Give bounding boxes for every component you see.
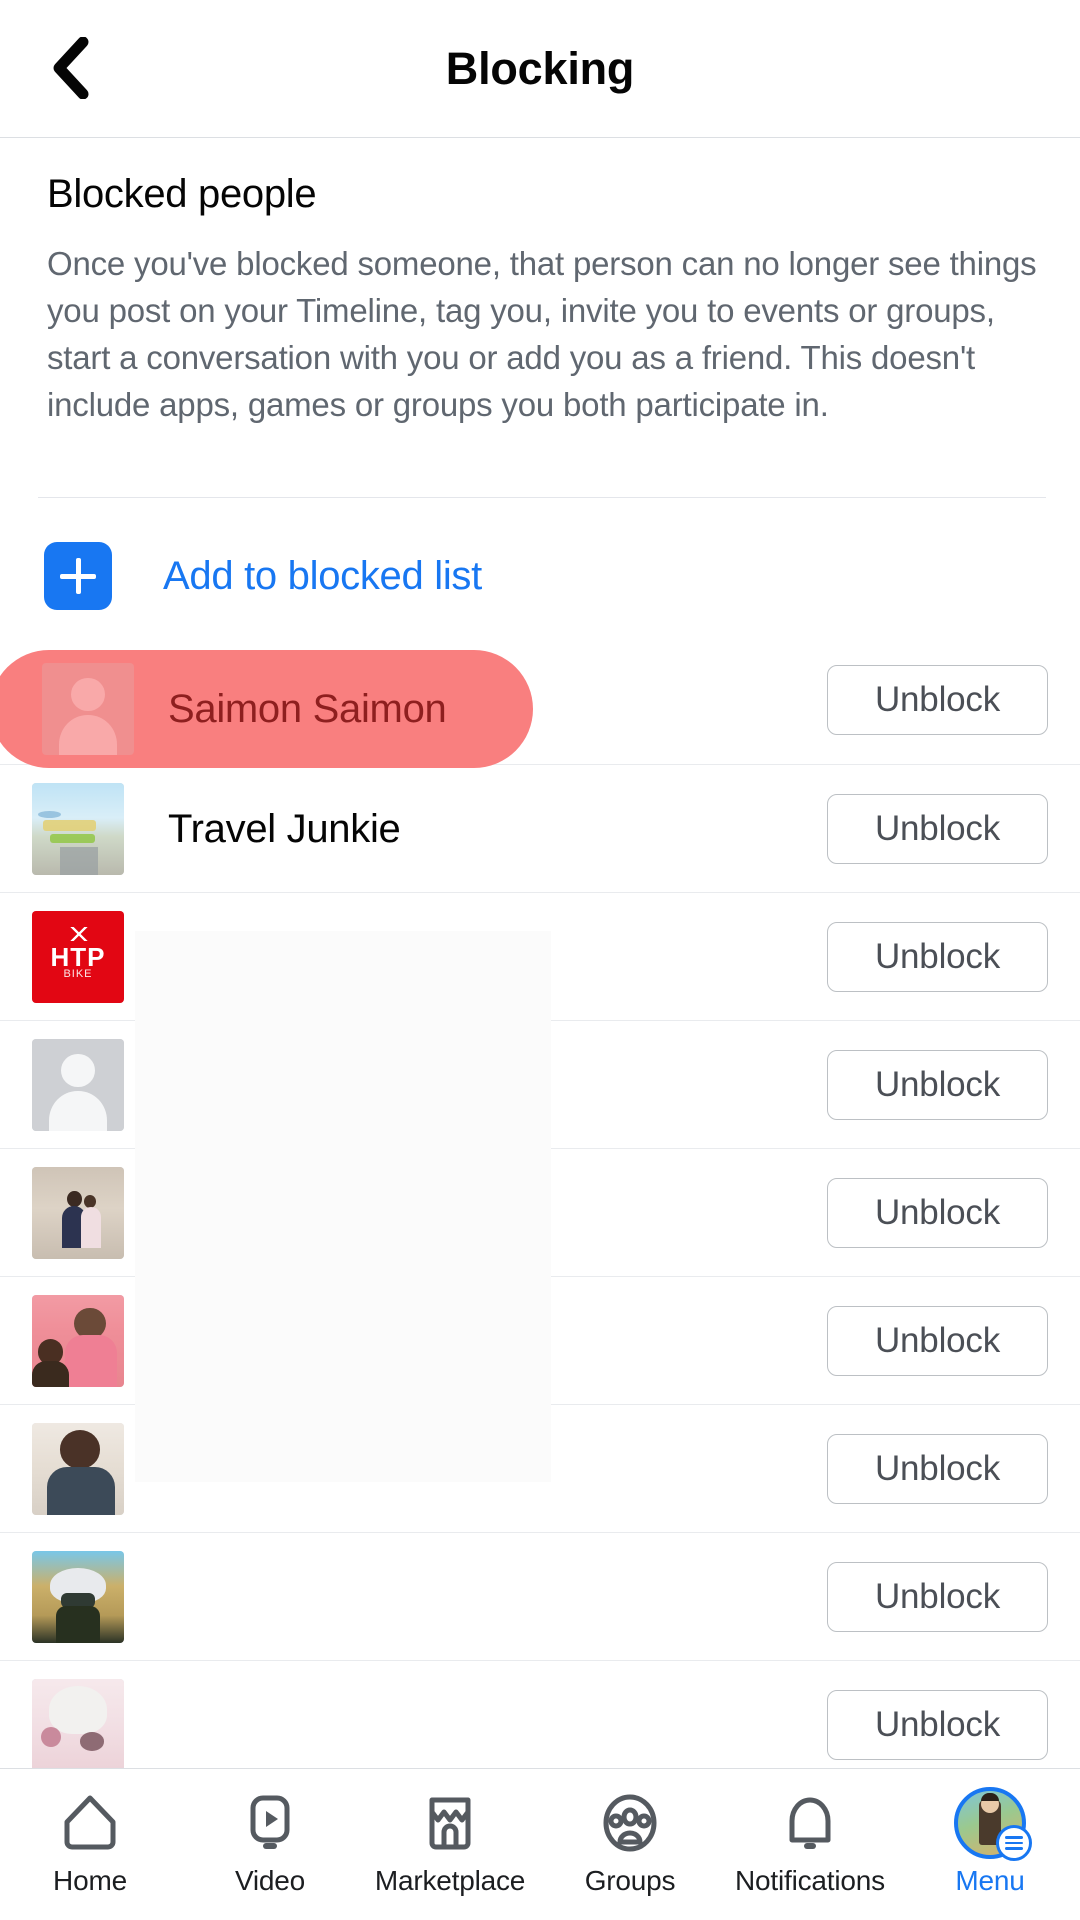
nav-label: Menu [955, 1865, 1025, 1896]
unblock-button[interactable]: Unblock [827, 665, 1048, 735]
unblock-button[interactable]: Unblock [827, 1050, 1048, 1120]
nav-label: Video [234, 1865, 306, 1896]
unblock-button[interactable]: Unblock [827, 1178, 1048, 1248]
table-row[interactable]: Unblock [0, 1148, 1080, 1276]
avatar [32, 1679, 124, 1771]
highlighted-person-name: Saimon Saimon [168, 686, 447, 731]
marketplace-icon [419, 1787, 481, 1859]
nav-item-groups[interactable]: Groups [540, 1769, 720, 1920]
plus-icon [44, 542, 112, 610]
bottom-navigation-bar: Home Video Marketplace Groups Notificati… [0, 1768, 1080, 1920]
unblock-button[interactable]: Unblock [827, 1562, 1048, 1632]
groups-icon [599, 1787, 661, 1859]
add-to-blocked-list-label: Add to blocked list [163, 554, 482, 598]
blocked-person-name: Travel Junkie [168, 806, 401, 851]
home-icon [59, 1787, 121, 1859]
table-row[interactable]: Unblock [0, 1532, 1080, 1660]
video-play-icon [239, 1787, 301, 1859]
nav-label: Marketplace [374, 1865, 526, 1896]
nav-label: Groups [584, 1865, 676, 1896]
profile-menu-icon [954, 1787, 1032, 1861]
hamburger-badge-icon [996, 1825, 1032, 1861]
avatar [32, 1167, 124, 1259]
avatar: HTP BIKE [32, 911, 124, 1003]
section-description: Once you've blocked someone, that person… [47, 245, 1037, 423]
bell-icon [779, 1787, 841, 1859]
unblock-button[interactable]: Unblock [827, 1434, 1048, 1504]
avatar [32, 1039, 124, 1131]
nav-item-menu[interactable]: Menu [900, 1769, 1080, 1920]
avatar [32, 783, 124, 875]
unblock-button[interactable]: Unblock [827, 922, 1048, 992]
table-row[interactable]: Travel Junkie Unblock [0, 764, 1080, 892]
table-row[interactable]: Unblock [0, 1020, 1080, 1148]
nav-item-home[interactable]: Home [0, 1769, 180, 1920]
avatar [32, 1551, 124, 1643]
page-title: Blocking [445, 42, 635, 94]
selected-row-highlight: Saimon Saimon [0, 650, 533, 768]
table-row[interactable]: Unblock [0, 1404, 1080, 1532]
htp-logo-subtext: BIKE [63, 968, 93, 981]
avatar [32, 1295, 124, 1387]
unblock-button[interactable]: Unblock [827, 794, 1048, 864]
unblock-button[interactable]: Unblock [827, 1690, 1048, 1760]
avatar [954, 1787, 1032, 1861]
table-row[interactable]: HTP BIKE Unblock [0, 892, 1080, 1020]
blocking-settings-screen: Blocking Blocked people Once you've bloc… [0, 0, 1080, 1920]
add-to-blocked-list-button[interactable]: Add to blocked list [0, 517, 1080, 635]
blocked-people-list: Saimon Saimon Unblock Travel Junkie Unbl… [0, 636, 1080, 1788]
unblock-button[interactable]: Unblock [827, 1306, 1048, 1376]
nav-item-notifications[interactable]: Notifications [720, 1769, 900, 1920]
top-app-bar: Blocking [0, 0, 1080, 138]
nav-item-marketplace[interactable]: Marketplace [360, 1769, 540, 1920]
section-title: Blocked people [47, 172, 317, 216]
divider [38, 497, 1046, 498]
avatar [32, 1423, 124, 1515]
nav-item-video[interactable]: Video [180, 1769, 360, 1920]
nav-label: Home [53, 1865, 127, 1896]
avatar [42, 663, 134, 755]
htp-logo-icon: HTP BIKE [32, 911, 124, 1003]
table-row[interactable]: Unblock [0, 1276, 1080, 1404]
nav-label: Notifications [735, 1865, 885, 1896]
